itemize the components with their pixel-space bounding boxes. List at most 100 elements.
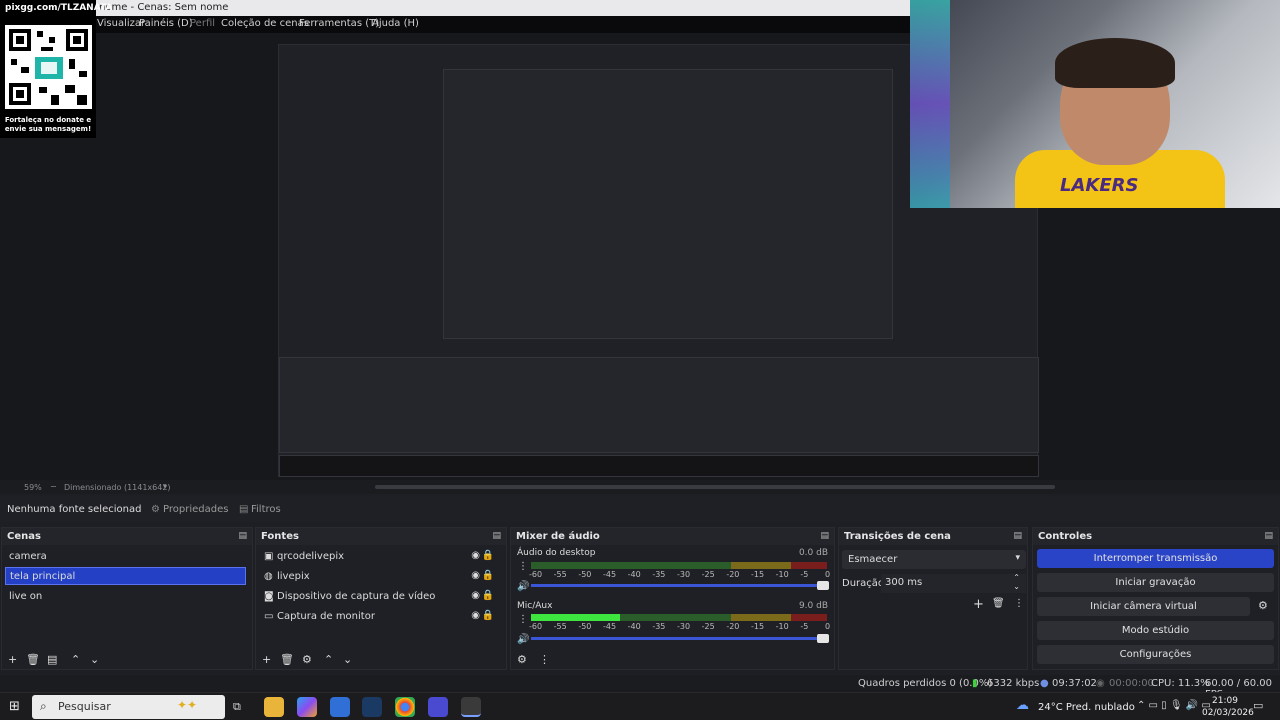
menu-ajuda[interactable]: Ajuda (H) xyxy=(372,18,419,29)
meter-tick-label: -40 xyxy=(627,570,641,579)
meter-tick-label: -60 xyxy=(529,570,543,579)
volume-slider-mic[interactable] xyxy=(531,634,829,643)
move-down-icon[interactable]: ⌄ xyxy=(343,653,352,666)
source-item[interactable]: ◙ Dispositivo de captura de vídeo ◉ 🔒 xyxy=(259,588,500,606)
obs-icon[interactable] xyxy=(428,697,448,717)
dock-menu-icon[interactable]: ▤ xyxy=(1264,531,1273,541)
settings-button[interactable]: Configurações xyxy=(1037,645,1274,664)
speaker-icon[interactable]: 🔊 xyxy=(517,581,529,592)
trash-icon[interactable]: 🗑 xyxy=(992,598,1005,609)
chrome-icon[interactable] xyxy=(395,697,415,717)
meter-ticks: -60 -55 -50 -45 -40 -35 -30 -25 -20 -15 -10 -5 0 xyxy=(529,622,830,632)
scene-item[interactable]: camera xyxy=(5,548,246,566)
menu-paineis[interactable]: Painéis (D) xyxy=(139,18,193,29)
add-icon[interactable]: + xyxy=(8,653,17,666)
clock-time[interactable]: 21:09 xyxy=(1212,696,1238,706)
task-view-icon[interactable]: ⧉ xyxy=(233,700,241,714)
meter-tick-label: -50 xyxy=(578,622,592,631)
dock-menu-icon[interactable]: ▤ xyxy=(492,531,501,541)
gear-icon[interactable]: ⚙ xyxy=(1258,599,1268,612)
store-icon[interactable] xyxy=(330,697,350,717)
move-down-icon[interactable]: ⌄ xyxy=(90,653,99,666)
lock-icon[interactable]: 🔒 xyxy=(482,610,494,621)
cpu-usage: CPU: 11.3% xyxy=(1151,678,1210,689)
gear-icon[interactable]: ⚙ xyxy=(151,504,160,515)
scaling-mode[interactable]: Dimensionado (1141x642) xyxy=(64,483,171,492)
tray-icons[interactable]: ⌃ ▭ ▯ 🎙 🔊 ▭ xyxy=(1137,700,1211,711)
add-icon[interactable]: + xyxy=(973,597,984,612)
search-icon: ⌕ xyxy=(40,699,47,713)
trash-icon[interactable]: 🗑 xyxy=(280,653,294,666)
copilot-icon[interactable] xyxy=(297,697,317,717)
lock-icon[interactable]: 🔒 xyxy=(482,550,494,561)
clock-date[interactable]: 02/03/2026 xyxy=(1202,708,1254,718)
windows-start-icon[interactable]: ⊞ xyxy=(9,699,20,714)
nested-taskbar xyxy=(279,455,1039,477)
file-explorer-icon[interactable] xyxy=(264,697,284,717)
studio-mode-button[interactable]: Modo estúdio xyxy=(1037,621,1274,640)
dock-menu-icon[interactable]: ▤ xyxy=(1013,531,1022,541)
meter-tick-label: -45 xyxy=(603,570,617,579)
scene-item-selected[interactable]: tela principal xyxy=(5,567,246,585)
start-recording-button[interactable]: Iniciar gravação xyxy=(1037,573,1274,592)
lock-icon[interactable]: 🔒 xyxy=(482,570,494,581)
obs-active-icon[interactable] xyxy=(461,697,481,717)
move-up-icon[interactable]: ⌃ xyxy=(324,653,333,666)
source-item[interactable]: ◍ livepix ◉ 🔒 xyxy=(259,568,500,586)
taskbar-search[interactable]: ⌕ Pesquisar ✦✦ xyxy=(32,695,225,719)
kebab-icon[interactable]: ⋮ xyxy=(518,561,528,572)
volume-slider-desktop[interactable] xyxy=(531,581,829,590)
kebab-icon[interactable]: ⋮ xyxy=(1014,598,1024,609)
menu-colecao-cenas[interactable]: Coleção de cenas xyxy=(221,18,309,29)
meter-tick-label: -25 xyxy=(701,570,715,579)
filter-icon[interactable]: ▤ xyxy=(47,653,57,666)
kebab-icon[interactable]: ⋮ xyxy=(518,614,528,625)
notification-icon[interactable]: ▭ xyxy=(1253,699,1263,712)
duration-spinbox[interactable]: 300 ms ⌃ ⌄ xyxy=(881,573,1026,593)
spin-arrows-icon[interactable]: ⌃ ⌄ xyxy=(1013,573,1020,591)
start-virtual-camera-button[interactable]: Iniciar câmera virtual xyxy=(1037,597,1250,616)
meter-tick-label: -35 xyxy=(652,622,666,631)
donation-note: Fortaleça no donate e envie sua mensagem… xyxy=(4,116,92,133)
transition-select[interactable]: Esmaecer ▾ xyxy=(842,550,1026,569)
scene-item[interactable]: live on xyxy=(5,588,246,606)
lock-icon[interactable]: 🔒 xyxy=(482,590,494,601)
menu-ferramentas[interactable]: Ferramentas (T) xyxy=(299,18,379,29)
eye-icon[interactable]: ◉ xyxy=(471,610,480,621)
scenes-title: Cenas xyxy=(7,531,41,542)
eye-icon[interactable]: ◉ xyxy=(471,550,480,561)
zoom-percent[interactable]: 59% xyxy=(24,483,42,492)
zoom-out-icon[interactable]: − xyxy=(50,482,57,491)
menu-perfil[interactable]: Perfil xyxy=(190,18,215,29)
title-bar: nome - Cenas: Sem nome xyxy=(0,0,910,16)
source-item[interactable]: ▭ Captura de monitor ◉ 🔒 xyxy=(259,608,500,626)
meter-ticks: -60 -55 -50 -45 -40 -35 -30 -25 -20 -15 -10 -5 0 xyxy=(529,570,830,580)
trash-icon[interactable]: 🗑 xyxy=(26,653,40,666)
source-label: Dispositivo de captura de vídeo xyxy=(277,591,436,602)
donation-url: pixgg.com/TLZANATA xyxy=(5,3,113,13)
controls-header: Controles ▤ xyxy=(1033,528,1278,545)
properties-button[interactable]: Propriedades xyxy=(163,504,228,515)
stop-stream-button[interactable]: Interromper transmissão xyxy=(1037,549,1274,568)
gear-icon[interactable]: ⚙ xyxy=(517,653,527,666)
move-up-icon[interactable]: ⌃ xyxy=(71,653,80,666)
preview-scrollbar[interactable] xyxy=(375,485,1055,489)
filters-button[interactable]: Filtros xyxy=(251,504,281,515)
add-icon[interactable]: + xyxy=(262,653,271,666)
weather-text[interactable]: 24°C Pred. nublado xyxy=(1038,702,1135,713)
eye-icon[interactable]: ◉ xyxy=(471,570,480,581)
kebab-icon[interactable]: ⋮ xyxy=(539,653,550,666)
dock-menu-icon[interactable]: ▤ xyxy=(238,531,247,541)
eye-icon[interactable]: ◉ xyxy=(471,590,480,601)
dock-menu-icon[interactable]: ▤ xyxy=(820,531,829,541)
steam-icon[interactable] xyxy=(362,697,382,717)
filter-icon[interactable]: ▤ xyxy=(239,504,248,515)
menu-visualizar[interactable]: Visualizar xyxy=(97,18,145,29)
window-title: nome - Cenas: Sem nome xyxy=(99,2,229,13)
speaker-icon[interactable]: 🔊 xyxy=(517,634,529,645)
source-label: livepix xyxy=(277,571,310,582)
gear-icon[interactable]: ⚙ xyxy=(302,653,312,666)
globe-icon: ◍ xyxy=(264,571,273,582)
source-item[interactable]: ▣ qrcodelivepix ◉ 🔒 xyxy=(259,548,500,566)
chevron-down-icon[interactable]: ▾ xyxy=(163,482,167,491)
